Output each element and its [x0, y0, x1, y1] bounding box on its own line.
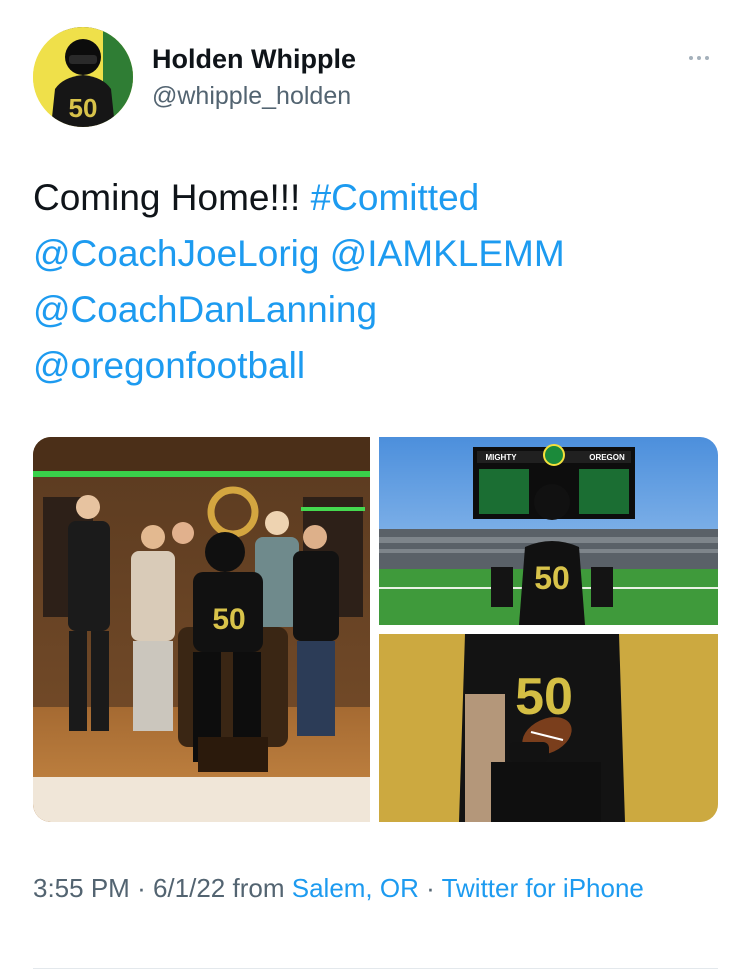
tweet-meta: 3:55 PM · 6/1/22 from Salem, OR · Twitte…: [33, 868, 723, 908]
more-dot-icon: [689, 56, 693, 60]
tweet-text: Coming Home!!! #Comitted @CoachJoeLorig …: [33, 170, 723, 394]
divider: [33, 968, 718, 969]
tweet-time[interactable]: 3:55 PM: [33, 873, 130, 903]
author-handle[interactable]: @whipple_holden: [152, 82, 351, 111]
group-photo-image: 50: [33, 437, 370, 822]
hashtag-link[interactable]: #Comitted: [311, 177, 480, 218]
from-label: from: [232, 873, 285, 903]
studio-photo-image: 50: [379, 634, 718, 822]
mention-link[interactable]: @IAMKLEMM: [330, 233, 565, 274]
jersey-number-text: 50: [515, 668, 573, 726]
meta-separator: ·: [137, 873, 146, 903]
mention-link[interactable]: @CoachDanLanning: [33, 289, 377, 330]
mention-link[interactable]: @CoachJoeLorig: [33, 233, 319, 274]
avatar[interactable]: 50: [33, 27, 133, 127]
tweet-date[interactable]: 6/1/22: [153, 873, 225, 903]
jersey-number-text: 50: [534, 560, 570, 596]
media-photo-group[interactable]: 50: [33, 437, 370, 822]
tweet-text-plain: Coming Home!!!: [33, 177, 301, 218]
scoreboard-left-text: MIGHTY: [485, 453, 517, 462]
mention-link[interactable]: @oregonfootball: [33, 345, 305, 386]
media-photo-studio[interactable]: 50: [379, 634, 718, 822]
location-link[interactable]: Salem, OR: [292, 873, 419, 903]
media-photo-stadium[interactable]: MIGHTY OREGON 50: [379, 437, 718, 625]
more-dot-icon: [697, 56, 701, 60]
source-link[interactable]: Twitter for iPhone: [442, 873, 644, 903]
svg-text:50: 50: [69, 93, 98, 123]
more-dot-icon: [705, 56, 709, 60]
scoreboard-right-text: OREGON: [589, 453, 625, 462]
meta-separator: ·: [426, 873, 435, 903]
avatar-player-image: 50: [33, 27, 133, 127]
more-options-button[interactable]: [682, 48, 716, 68]
stadium-photo-image: MIGHTY OREGON 50: [379, 437, 718, 625]
author-display-name[interactable]: Holden Whipple: [152, 44, 356, 75]
svg-text:50: 50: [212, 603, 245, 636]
